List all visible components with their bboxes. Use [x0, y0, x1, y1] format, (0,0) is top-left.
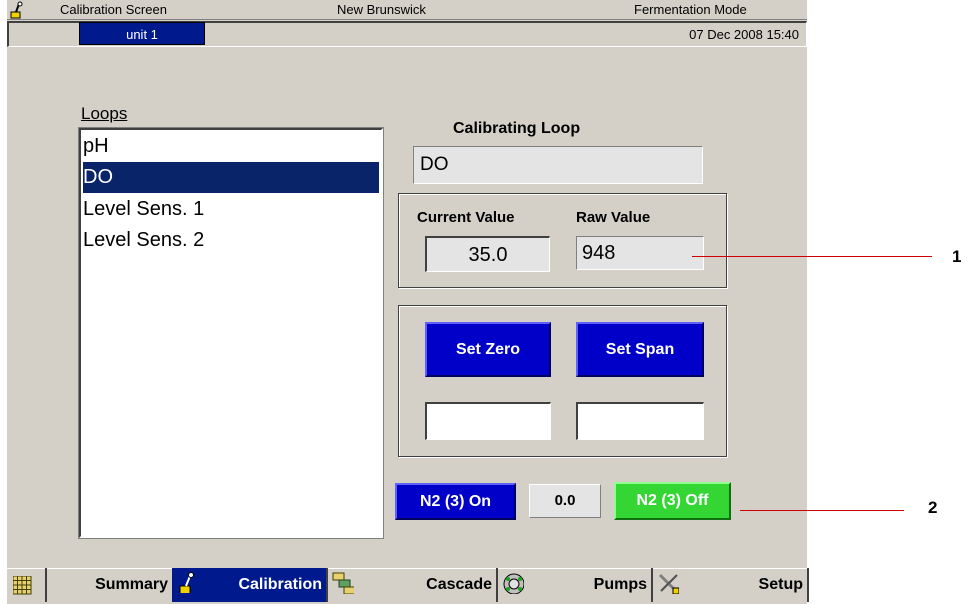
list-item-do[interactable]: DO: [83, 162, 379, 193]
nav-pumps-label: Pumps: [593, 576, 647, 593]
calibrating-loop-field: DO: [413, 146, 703, 184]
pump-icon: [503, 573, 524, 594]
callout-2: 2: [928, 498, 938, 517]
n2-value-display: 0.0: [529, 484, 601, 518]
mode-label: Fermentation Mode: [634, 2, 747, 17]
cascade-icon: [332, 572, 354, 594]
nav-cascade-label: Cascade: [426, 576, 492, 593]
nav-pumps[interactable]: Pumps: [496, 568, 653, 602]
nav-cascade[interactable]: Cascade: [326, 568, 498, 602]
callout-line-2: [740, 510, 904, 511]
unit-tab[interactable]: unit 1: [79, 22, 205, 45]
set-span-button[interactable]: Set Span: [576, 322, 704, 377]
date-time: 07 Dec 2008 15:40: [689, 27, 799, 42]
callout-1: 1: [952, 247, 962, 266]
nav-summary-label: Summary: [95, 576, 168, 593]
hmi-screen: Calibration Screen New Brunswick Ferment…: [7, 0, 809, 604]
nav-setup-label: Setup: [758, 576, 803, 593]
n2-on-button[interactable]: N2 (3) On: [395, 483, 516, 520]
company-name: New Brunswick: [337, 2, 426, 17]
nav-calibration-label: Calibration: [238, 576, 322, 593]
raw-value-label: Raw Value: [576, 209, 651, 226]
loops-list[interactable]: pH DO Level Sens. 1 Level Sens. 2: [79, 128, 383, 538]
set-zero-button[interactable]: Set Zero: [425, 322, 551, 377]
n2-off-button[interactable]: N2 (3) Off: [614, 482, 731, 520]
current-value-label: Current Value: [417, 209, 515, 226]
nav-summary[interactable]: Summary: [45, 568, 174, 602]
list-item-level-sens-2[interactable]: Level Sens. 2: [83, 225, 379, 256]
loops-heading: Loops: [81, 104, 128, 123]
raw-value-field: 948: [576, 236, 704, 270]
nav-grid-button[interactable]: [7, 568, 47, 602]
nav-calibration[interactable]: Calibration: [172, 568, 328, 602]
probe-icon: [10, 1, 23, 19]
grid-icon: [13, 576, 32, 595]
span-value-input[interactable]: [576, 402, 704, 440]
tools-icon: [658, 573, 679, 594]
nav-setup[interactable]: Setup: [651, 568, 809, 602]
current-value-field: 35.0: [425, 236, 550, 272]
list-item-level-sens-1[interactable]: Level Sens. 1: [83, 194, 379, 225]
title-bar: Calibration Screen New Brunswick Ferment…: [7, 0, 807, 20]
calibrating-loop-label: Calibrating Loop: [453, 120, 581, 137]
callout-line-1: [692, 256, 932, 257]
probe-icon: [179, 572, 194, 593]
screen-title: Calibration Screen: [60, 2, 167, 17]
list-item-ph[interactable]: pH: [83, 131, 379, 162]
zero-value-input[interactable]: [425, 402, 551, 440]
